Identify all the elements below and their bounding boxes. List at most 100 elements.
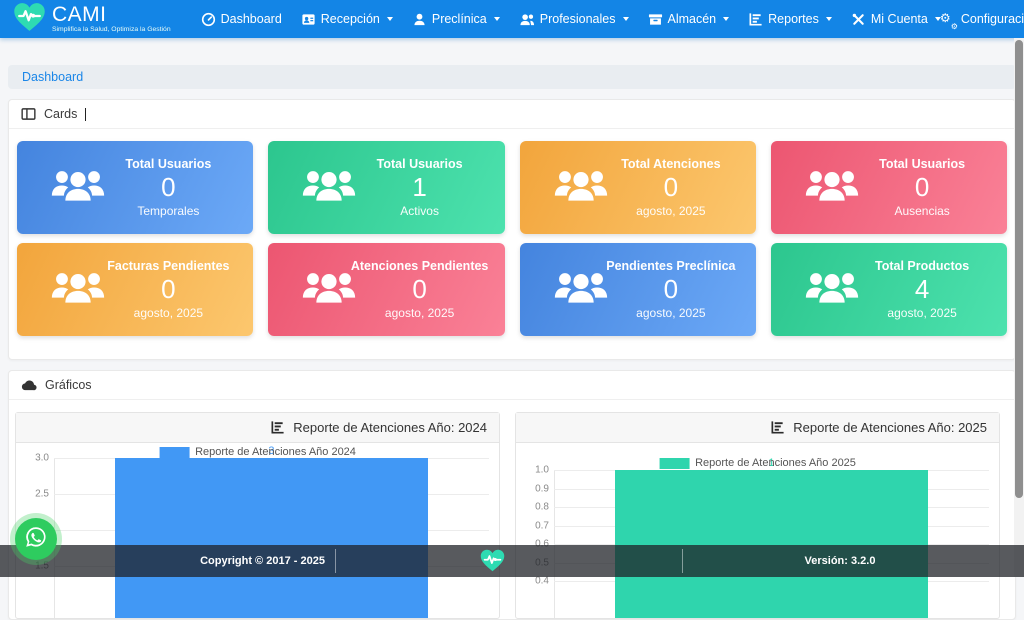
y-axis-tick-label: 0.4 xyxy=(522,576,549,587)
stat-card-subtitle: agosto, 2025 xyxy=(600,204,742,218)
cards-panel-title: Cards xyxy=(44,107,77,121)
y-axis-tick-label: 0.7 xyxy=(522,520,549,531)
main-content: Dashboard Cards Total Usuarios0Temporale… xyxy=(0,65,1024,620)
stat-card-title: Total Usuarios xyxy=(98,157,240,171)
cards-panel: Cards Total Usuarios0TemporalesTotal Usu… xyxy=(8,99,1016,360)
scrollbar-track[interactable] xyxy=(1014,38,1024,577)
caret-down-icon xyxy=(826,17,832,21)
id-badge-icon xyxy=(301,12,316,27)
cards-panel-header: Cards xyxy=(9,100,1015,129)
y-axis-tick-label: 2.5 xyxy=(22,489,49,500)
stat-card-total-usuarios-activos: Total Usuarios1Activos xyxy=(268,141,504,234)
chart-legend[interactable]: Reporte de Atenciones Año 2025 xyxy=(659,457,856,469)
text-cursor xyxy=(85,108,86,121)
scrollbar-thumb[interactable] xyxy=(1015,40,1023,498)
stat-card-value: 1 xyxy=(349,171,491,205)
legend-label: Reporte de Atenciones Año 2024 xyxy=(195,446,356,458)
stat-card-value: 0 xyxy=(98,273,240,307)
cards-icon xyxy=(21,107,36,121)
breadcrumb: Dashboard xyxy=(8,65,1016,89)
stat-card-pendientes-preclinica-agosto-2025: Pendientes Preclínica0agosto, 2025 xyxy=(520,243,756,336)
charts-panel-title: Gráficos xyxy=(45,378,92,392)
stat-card-title: Total Usuarios xyxy=(851,157,993,171)
nav-item-recepcion[interactable]: Recepción xyxy=(301,12,393,27)
nav-item-profesionales[interactable]: Profesionales xyxy=(519,12,629,27)
stat-card-value: 0 xyxy=(349,273,491,307)
legend-label: Reporte de Atenciones Año 2025 xyxy=(695,457,856,469)
chart-legend[interactable]: Reporte de Atenciones Año 2024 xyxy=(159,446,356,458)
stat-card-total-atenciones-agosto-2025: Total Atenciones0agosto, 2025 xyxy=(520,141,756,234)
footer: Copyright © 2017 - 2025 Versión: 3.2.0 xyxy=(0,545,1024,577)
nav-item-dashboard[interactable]: Dashboard xyxy=(201,12,282,27)
bar-chart-icon xyxy=(270,420,285,435)
chart-bar[interactable]: 1 xyxy=(615,470,928,618)
charts-panel: Gráficos Reporte de Atenciones Año: 2024… xyxy=(8,370,1016,620)
stat-card-atenciones-pendientes-agosto-2025: Atenciones Pendientes0agosto, 2025 xyxy=(268,243,504,336)
caret-down-icon xyxy=(494,17,500,21)
breadcrumb-item-dashboard[interactable]: Dashboard xyxy=(22,70,83,84)
y-axis-tick-label: 3.0 xyxy=(22,453,49,464)
nav-item-reportes[interactable]: Reportes xyxy=(748,12,832,27)
stat-card-title: Total Productos xyxy=(851,259,993,273)
charts-panel-header: Gráficos xyxy=(9,371,1015,400)
navbar-right-menu: ⚙⚙Configuración⚙Buenas Tardes, Cami Clou… xyxy=(941,12,1024,27)
chart-plot-area: 3.02.52.01.53 xyxy=(54,458,489,618)
stat-card-title: Total Atenciones xyxy=(600,157,742,171)
nav-item-configuracion[interactable]: ⚙⚙Configuración xyxy=(941,12,1024,27)
chart-card-header: Reporte de Atenciones Año: 2024 xyxy=(16,413,499,443)
stat-card-subtitle: agosto, 2025 xyxy=(600,306,742,320)
stat-card-subtitle: Ausencias xyxy=(851,204,993,218)
legend-swatch xyxy=(659,458,689,469)
user-icon xyxy=(412,12,427,27)
footer-copyright: Copyright © 2017 - 2025 xyxy=(165,555,360,567)
nav-item-preclinica[interactable]: Preclínica xyxy=(412,12,500,27)
y-axis-tick-label: 0.8 xyxy=(522,502,549,513)
chart-card-reporte-de-atenciones-ano-2024: Reporte de Atenciones Año: 2024 Reporte d… xyxy=(15,412,500,619)
navbar-menu: Dashboard Recepción Preclínica Profesionale… xyxy=(201,12,941,27)
stat-card-title: Pendientes Preclínica xyxy=(600,259,742,273)
top-navbar: CAMI Simplifica la Salud, Optimiza la Ge… xyxy=(0,0,1024,38)
chart-card-reporte-de-atenciones-ano-2025: Reporte de Atenciones Año: 2025 Reporte d… xyxy=(515,412,1000,619)
brand-logo[interactable]: CAMI Simplifica la Salud, Optimiza la Ge… xyxy=(12,1,171,38)
stat-card-value: 0 xyxy=(98,171,240,205)
brand-name: CAMI xyxy=(52,4,171,25)
caret-down-icon xyxy=(623,17,629,21)
footer-divider xyxy=(335,549,336,573)
stat-card-title: Atenciones Pendientes xyxy=(349,259,491,273)
cloud-icon xyxy=(21,378,37,392)
chart-title: Reporte de Atenciones Año: 2024 xyxy=(293,420,487,435)
whatsapp-button[interactable] xyxy=(15,518,57,560)
stat-card-total-usuarios-temporales: Total Usuarios0Temporales xyxy=(17,141,253,234)
heart-pulse-icon xyxy=(12,1,47,38)
nav-item-almacen[interactable]: Almacén xyxy=(648,12,730,27)
tools-icon xyxy=(851,12,866,27)
users-icon xyxy=(519,12,535,27)
bar-chart-icon xyxy=(748,12,763,27)
speedometer-icon xyxy=(201,12,216,27)
stat-card-subtitle: agosto, 2025 xyxy=(851,306,993,320)
footer-version: Versión: 3.2.0 xyxy=(742,555,938,567)
stat-card-title: Facturas Pendientes xyxy=(98,259,240,273)
bar-chart-icon xyxy=(770,420,785,435)
chart-card-header: Reporte de Atenciones Año: 2025 xyxy=(516,413,999,443)
stat-card-total-productos-agosto-2025: Total Productos4agosto, 2025 xyxy=(771,243,1007,336)
chart-title: Reporte de Atenciones Año: 2025 xyxy=(793,420,987,435)
chart-plot-area: 1.00.90.80.70.60.50.41 xyxy=(554,470,989,618)
stat-card-subtitle: Activos xyxy=(349,204,491,218)
legend-swatch xyxy=(159,447,189,458)
stat-card-facturas-pendientes-agosto-2025: Facturas Pendientes0agosto, 2025 xyxy=(17,243,253,336)
archive-icon xyxy=(648,12,663,27)
chart-bar[interactable]: 3 xyxy=(115,458,428,618)
y-axis-tick-label: 1.0 xyxy=(522,465,549,476)
stat-card-subtitle: agosto, 2025 xyxy=(98,306,240,320)
gears-icon: ⚙⚙ xyxy=(941,12,956,27)
stat-card-value: 4 xyxy=(851,273,993,307)
stat-card-subtitle: agosto, 2025 xyxy=(349,306,491,320)
caret-down-icon xyxy=(723,17,729,21)
whatsapp-icon xyxy=(24,525,48,554)
charts-row: Reporte de Atenciones Año: 2024 Reporte d… xyxy=(9,400,1015,619)
stat-card-subtitle: Temporales xyxy=(98,204,240,218)
nav-item-mi-cuenta[interactable]: Mi Cuenta xyxy=(851,12,941,27)
stat-card-value: 0 xyxy=(600,171,742,205)
footer-divider xyxy=(682,549,683,573)
